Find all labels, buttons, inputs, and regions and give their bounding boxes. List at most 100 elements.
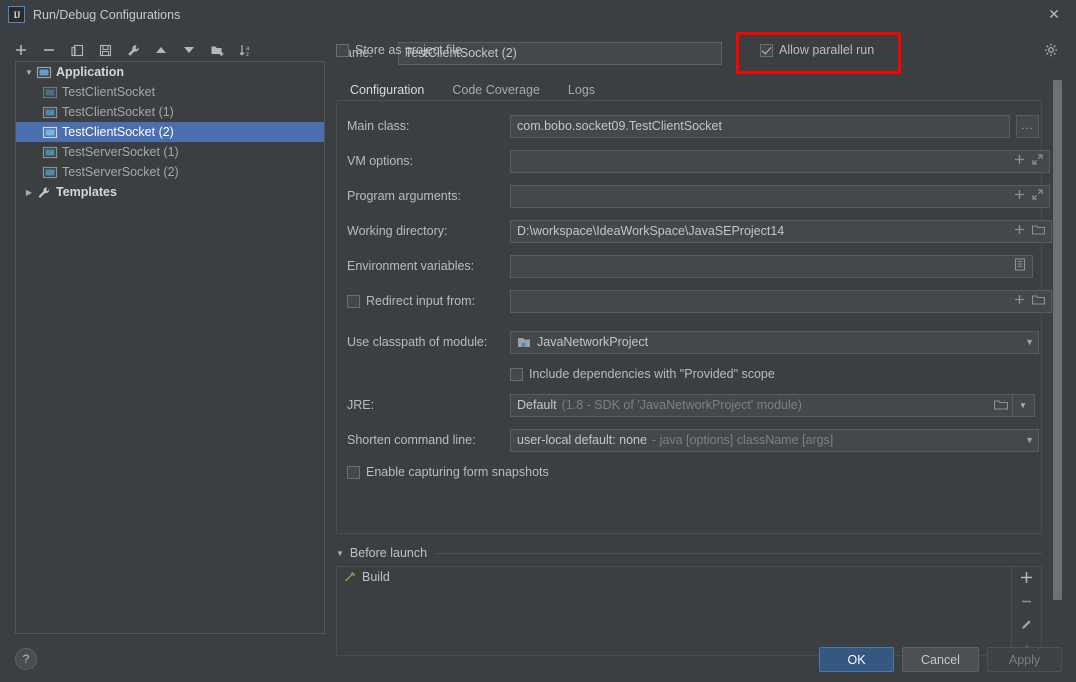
program-arguments-input[interactable] [510, 184, 1008, 208]
redirect-input-input[interactable] [510, 289, 1008, 313]
enable-snapshots-checkbox[interactable]: Enable capturing form snapshots [347, 465, 549, 479]
add-task-button[interactable] [1017, 571, 1037, 585]
checkbox-icon[interactable] [760, 43, 773, 57]
chevron-right-icon[interactable]: ▶ [22, 188, 36, 197]
pane-scrollbar[interactable] [1053, 80, 1062, 600]
vm-options-input[interactable] [510, 149, 1008, 173]
tree-node-label: Templates [56, 185, 117, 199]
jre-row: JRE: Default (1.8 - SDK of 'JavaNetworkP… [347, 393, 1035, 417]
include-provided-checkbox[interactable]: Include dependencies with "Provided" sco… [510, 367, 775, 381]
add-configuration-button[interactable] [12, 41, 30, 59]
classpath-module-label: Use classpath of module: [347, 335, 488, 349]
remove-configuration-button[interactable] [40, 41, 58, 59]
application-icon [42, 86, 58, 98]
configurations-tree[interactable]: ▼ Application TestClientSocket TestClien… [15, 61, 325, 634]
chevron-down-icon[interactable]: ▼ [22, 68, 36, 77]
store-as-project-file-label: Store as project file [355, 43, 462, 57]
vm-options-addons[interactable] [1008, 149, 1050, 173]
folder-icon[interactable] [988, 399, 1009, 412]
expand-icon[interactable] [1032, 154, 1043, 168]
classpath-module-combo[interactable]: JavaNetworkProject ▼ [510, 330, 1039, 354]
redirect-input-addons[interactable] [1008, 289, 1052, 313]
plus-icon[interactable] [1014, 154, 1025, 168]
chevron-down-icon[interactable]: ▼ [336, 549, 344, 558]
apply-button[interactable]: Apply [987, 647, 1062, 672]
build-hammer-icon [345, 571, 356, 582]
close-icon[interactable]: ✕ [1032, 0, 1076, 29]
ok-button[interactable]: OK [819, 647, 894, 672]
tree-node-testclientsocket-1[interactable]: TestClientSocket (1) [16, 102, 324, 122]
tree-node-testclientsocket-2[interactable]: TestClientSocket (2) [16, 122, 324, 142]
environment-variables-addons[interactable] [1008, 254, 1033, 278]
tree-node-label: TestServerSocket (2) [62, 165, 179, 179]
remove-task-button[interactable] [1017, 595, 1037, 609]
working-directory-input[interactable]: D:\workspace\IdeaWorkSpace\JavaSEProject… [510, 219, 1008, 243]
shorten-command-line-value: user-local default: none [517, 433, 647, 447]
plus-icon[interactable] [1014, 189, 1025, 203]
enable-snapshots-label: Enable capturing form snapshots [366, 465, 549, 479]
tree-node-templates[interactable]: ▶ Templates [16, 182, 324, 202]
wrench-icon [38, 186, 50, 198]
tree-node-testserversocket-1[interactable]: TestServerSocket (1) [16, 142, 324, 162]
move-down-button[interactable] [180, 41, 198, 59]
help-button[interactable]: ? [15, 648, 37, 670]
redirect-input-checkbox[interactable]: Redirect input from: [347, 294, 510, 308]
tab-code-coverage[interactable]: Code Coverage [438, 78, 554, 102]
shorten-command-line-label: Shorten command line: [347, 433, 476, 447]
move-up-button[interactable] [152, 41, 170, 59]
tree-node-label: Application [56, 65, 125, 79]
edit-templates-wrench-icon[interactable] [124, 41, 142, 59]
save-configuration-button[interactable] [96, 41, 114, 59]
working-directory-row: Working directory: D:\workspace\IdeaWork… [347, 219, 1052, 243]
jre-dropdown-button[interactable]: ▼ [1012, 393, 1035, 417]
sort-alphabetically-button[interactable]: az [236, 41, 254, 59]
checkbox-icon[interactable] [347, 294, 360, 308]
cancel-button[interactable]: Cancel [902, 647, 979, 672]
shorten-command-line-combo[interactable]: user-local default: none - java [options… [510, 428, 1039, 452]
before-launch-title: Before launch [349, 546, 428, 560]
folder-icon[interactable] [1031, 294, 1046, 308]
classpath-module-row: Use classpath of module: JavaNetworkProj… [347, 330, 1039, 354]
program-arguments-addons[interactable] [1008, 184, 1050, 208]
tree-node-testclientsocket[interactable]: TestClientSocket [16, 82, 324, 102]
before-launch-header[interactable]: ▼ Before launch [336, 544, 1042, 562]
plus-icon[interactable] [1014, 294, 1025, 308]
tab-configuration[interactable]: Configuration [336, 78, 438, 104]
main-class-input[interactable]: com.bobo.socket09.TestClientSocket [510, 114, 1010, 138]
copy-configuration-button[interactable] [68, 41, 86, 59]
chevron-down-icon[interactable]: ▼ [1019, 401, 1028, 410]
tree-node-application[interactable]: ▼ Application [16, 62, 324, 82]
chevron-down-icon[interactable]: ▼ [1019, 337, 1034, 347]
application-icon [42, 166, 58, 178]
tree-node-label: TestClientSocket [62, 85, 156, 99]
window-title: Run/Debug Configurations [33, 7, 181, 22]
before-launch-item-build[interactable]: Build [337, 567, 1041, 587]
shorten-command-line-row: Shorten command line: user-local default… [347, 428, 1039, 452]
folder-icon[interactable] [1031, 224, 1046, 238]
expand-icon[interactable] [1032, 189, 1043, 203]
chevron-down-icon[interactable]: ▼ [1019, 435, 1034, 445]
checkbox-icon[interactable] [336, 43, 349, 57]
before-launch-side-toolbar [1011, 567, 1041, 655]
new-folder-button[interactable] [208, 41, 226, 59]
working-directory-addons[interactable] [1008, 219, 1052, 243]
main-class-browse-button[interactable]: ... [1016, 114, 1039, 138]
list-icon[interactable] [1014, 258, 1026, 274]
plus-icon[interactable] [1014, 224, 1025, 238]
gear-icon[interactable] [1044, 43, 1058, 60]
application-icon [36, 66, 52, 78]
checkbox-icon[interactable] [510, 367, 523, 381]
store-as-project-file-checkbox[interactable]: Store as project file [336, 43, 462, 57]
environment-variables-input[interactable] [510, 254, 1008, 278]
checkbox-icon[interactable] [347, 465, 360, 479]
allow-parallel-run-label: Allow parallel run [779, 43, 875, 57]
main-class-row: Main class: com.bobo.socket09.TestClient… [347, 114, 1039, 138]
jre-combo[interactable]: Default (1.8 - SDK of 'JavaNetworkProjec… [510, 393, 1012, 417]
vm-options-row: VM options: [347, 149, 1050, 173]
main-class-label: Main class: [347, 119, 410, 133]
tree-node-testserversocket-2[interactable]: TestServerSocket (2) [16, 162, 324, 182]
tab-logs[interactable]: Logs [554, 78, 609, 102]
before-launch-panel[interactable]: Build [336, 566, 1042, 656]
edit-task-button[interactable] [1017, 618, 1037, 632]
allow-parallel-run-checkbox[interactable]: Allow parallel run [760, 43, 874, 57]
